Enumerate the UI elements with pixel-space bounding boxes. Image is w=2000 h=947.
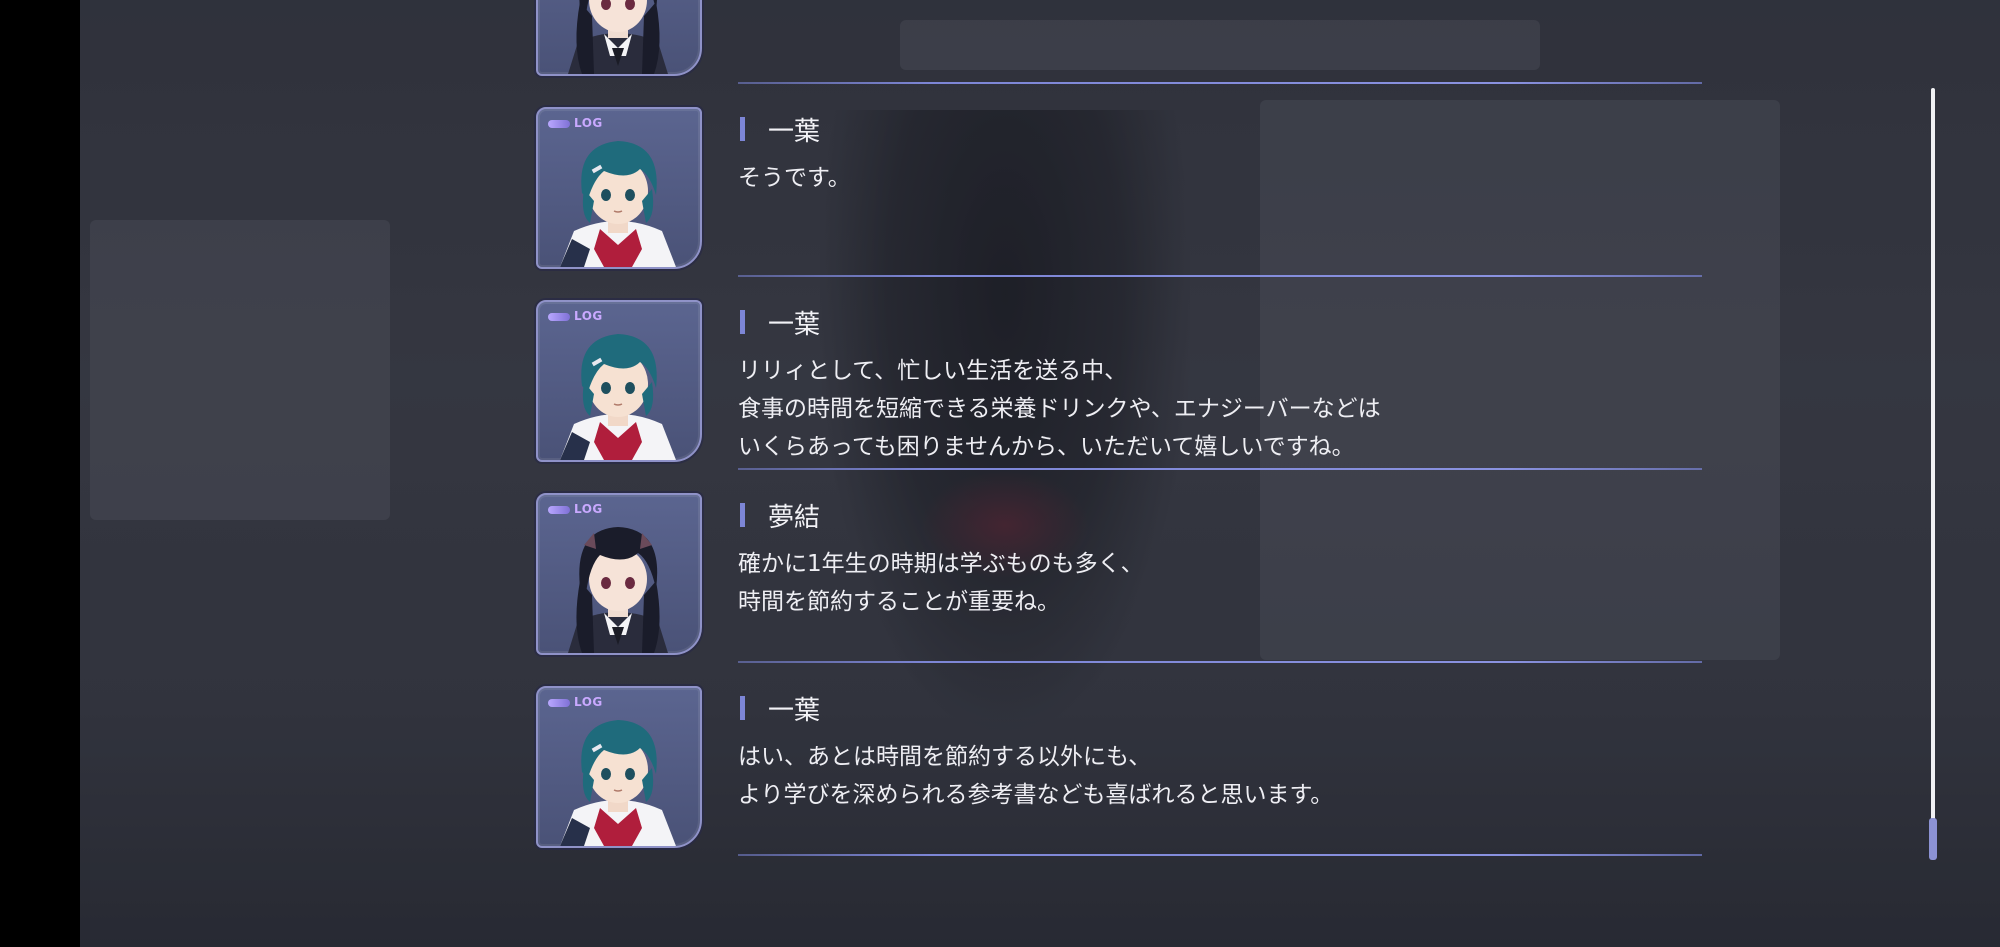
log-entry[interactable]: LOG 一葉 はい、あとは時間を節約する以外にも、より学びを深められる参考書など… xyxy=(536,686,1702,856)
dialogue-text: そうです。 xyxy=(738,159,1688,197)
portrait-yuyu[interactable]: LOG xyxy=(536,493,702,655)
dialogue-line: 確かに1年生の時期は学ぶものも多く、 xyxy=(738,551,1144,577)
voice-replay-icon xyxy=(548,699,570,707)
speaker-name: 一葉 xyxy=(768,117,821,147)
log-badge-label: LOG xyxy=(574,695,603,709)
log-badge-label: LOG xyxy=(574,502,603,516)
dialogue-line: リリィとして、忙しい生活を送る中、 xyxy=(738,358,1128,384)
speaker-marker xyxy=(740,310,745,334)
entry-divider xyxy=(738,275,1702,277)
voice-replay-icon xyxy=(548,506,570,514)
log-voice-badge[interactable]: LOG xyxy=(546,501,608,519)
dialogue-text: リリィとして、忙しい生活を送る中、食事の時間を短縮できる栄養ドリンクや、エナジー… xyxy=(738,352,1688,466)
log-badge-label: LOG xyxy=(574,116,603,130)
speaker-name: 一葉 xyxy=(768,310,821,340)
portrait-yuyu[interactable]: LOG xyxy=(536,0,702,76)
voice-replay-icon xyxy=(548,313,570,321)
speaker-marker xyxy=(740,117,745,141)
speaker-name: 夢結 xyxy=(768,503,821,533)
scrollbar-track[interactable] xyxy=(1931,88,1935,860)
log-badge-label: LOG xyxy=(574,309,603,323)
portrait-kazuha[interactable]: LOG xyxy=(536,300,702,462)
speaker-marker xyxy=(740,503,745,527)
entry-divider xyxy=(738,661,1702,663)
log-entry[interactable]: LOG 一葉 リリィとして、忙しい生活を送る中、食事の時間を短縮できる栄養ドリン… xyxy=(536,300,1702,470)
portrait-kazuha[interactable]: LOG xyxy=(536,107,702,269)
dialogue-line: 食事の時間を短縮できる栄養ドリンクや、エナジーバーなどは xyxy=(738,396,1381,422)
scrollbar-thumb[interactable] xyxy=(1929,818,1937,860)
log-voice-badge[interactable]: LOG xyxy=(546,694,608,712)
dialogue-line: 時間を節約することが重要ね。 xyxy=(738,589,1060,615)
dialogue-text: はい、あとは時間を節約する以外にも、より学びを深められる参考書なども喜ばれると思… xyxy=(738,738,1688,814)
voice-replay-icon xyxy=(548,120,570,128)
log-screen: LOG LOG 一葉 xyxy=(80,0,2000,947)
log-entry[interactable]: LOG 一葉 そうです。 xyxy=(536,107,1702,277)
dialogue-line: はい、あとは時間を節約する以外にも、 xyxy=(738,744,1152,770)
dialogue-line: そうです。 xyxy=(738,165,851,191)
log-voice-badge[interactable]: LOG xyxy=(546,308,608,326)
portrait-kazuha[interactable]: LOG xyxy=(536,686,702,848)
speaker-name: 一葉 xyxy=(768,696,821,726)
dialogue-text: 確かに1年生の時期は学ぶものも多く、 時間を節約することが重要ね。 xyxy=(738,545,1688,621)
log-entry[interactable]: LOG 夢結 確かに1年生の時期は学ぶものも多く、 時間を節約することが重要ね。 xyxy=(536,493,1702,663)
log-entry[interactable]: LOG xyxy=(536,0,1702,84)
left-letterbox xyxy=(0,0,80,947)
dialogue-line: いくらあっても困りませんから、いただいて嬉しいですね。 xyxy=(738,434,1355,460)
log-voice-badge[interactable]: LOG xyxy=(546,115,608,133)
entry-divider xyxy=(738,82,1702,84)
dialogue-line: より学びを深められる参考書なども喜ばれると思います。 xyxy=(738,782,1334,808)
yuyu-portrait-art xyxy=(568,0,668,74)
speaker-marker xyxy=(740,696,745,720)
entry-divider xyxy=(738,854,1702,856)
entry-divider xyxy=(738,468,1702,470)
